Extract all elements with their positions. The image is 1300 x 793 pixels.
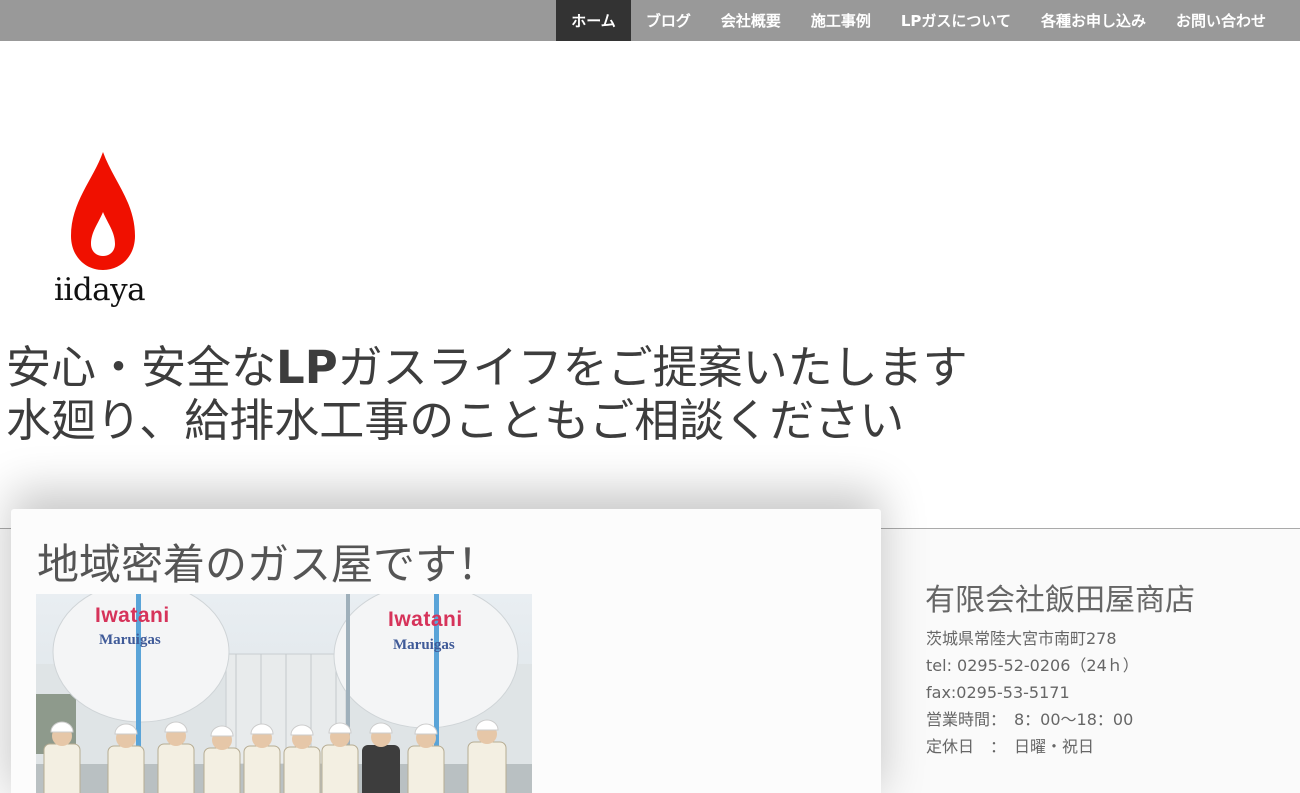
nav-item-home[interactable]: ホーム bbox=[556, 0, 631, 41]
tank-right-sub: Maruigas bbox=[393, 637, 455, 653]
main-nav: ホーム ブログ 会社概要 施工事例 LPガスについて 各種お申し込み お問い合わ… bbox=[556, 0, 1281, 41]
company-fax: fax:0295-53-5171 bbox=[926, 683, 1070, 702]
top-navigation-bar: ホーム ブログ 会社概要 施工事例 LPガスについて 各種お申し込み お問い合わ… bbox=[0, 0, 1300, 41]
nav-item-applications[interactable]: 各種お申し込み bbox=[1026, 0, 1161, 41]
nav-item-blog[interactable]: ブログ bbox=[631, 0, 706, 41]
site-logo[interactable]: iidaya bbox=[50, 150, 160, 320]
logo-text: iidaya bbox=[54, 272, 146, 308]
company-info: 茨城県常陸大宮市南町278 tel: 0295-52-0206（24ｈ） fax… bbox=[926, 625, 1139, 760]
staff-photo: Iwatani Maruigas Iwatani Maruigas bbox=[36, 594, 532, 793]
company-closed-days: 定休日 ： 日曜・祝日 bbox=[926, 737, 1095, 756]
flame-drop-icon bbox=[71, 152, 135, 270]
tagline-line-2: 水廻り、給排水工事のこともご相談ください bbox=[6, 394, 905, 447]
tagline-line-1: 安心・安全なLPガスライフをご提案いたします bbox=[6, 341, 968, 394]
hero-tagline: 安心・安全なLPガスライフをご提案いたします 水廻り、給排水工事のこともご相談く… bbox=[6, 341, 968, 447]
card-title: 地域密着のガス屋です！ bbox=[37, 540, 500, 589]
tank-left-sub: Maruigas bbox=[99, 632, 161, 648]
nav-item-works[interactable]: 施工事例 bbox=[796, 0, 886, 41]
nav-item-company[interactable]: 会社概要 bbox=[706, 0, 796, 41]
nav-item-lpgas[interactable]: LPガスについて bbox=[886, 0, 1026, 41]
main-content-card: 地域密着のガス屋です！ Iwatani Maruigas Iwatani Mar… bbox=[11, 509, 881, 793]
tank-right-brand: Iwatani bbox=[388, 608, 463, 631]
tank-left-brand: Iwatani bbox=[95, 604, 170, 627]
nav-item-contact[interactable]: お問い合わせ bbox=[1161, 0, 1281, 41]
company-name: 有限会社飯田屋商店 bbox=[925, 583, 1195, 618]
company-address: 茨城県常陸大宮市南町278 bbox=[926, 629, 1117, 648]
company-hours: 営業時間： 8：00〜18：00 bbox=[926, 710, 1134, 729]
company-tel[interactable]: tel: 0295-52-0206（24ｈ） bbox=[926, 652, 1139, 679]
